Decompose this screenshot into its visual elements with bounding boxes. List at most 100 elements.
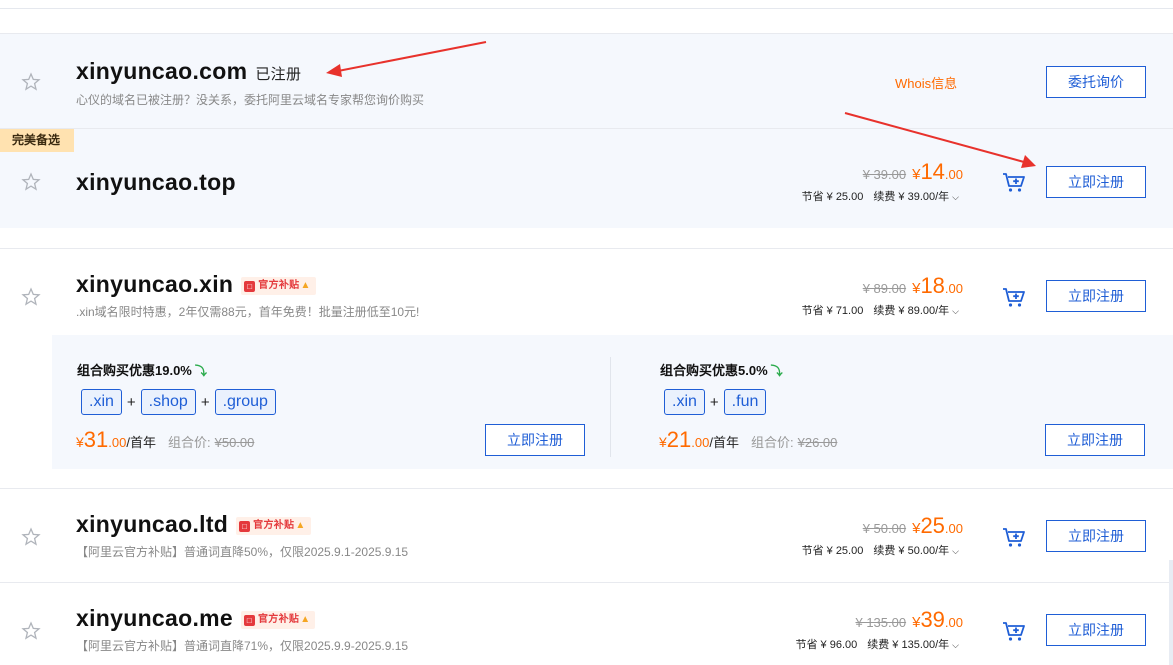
save-amount: ¥ 25.00 — [826, 191, 864, 203]
bundle-title-text: 组合购买优惠19.0% — [77, 363, 192, 378]
original-price: ¥ 50.00 — [862, 521, 907, 536]
bundle-price-int: 21 — [666, 427, 692, 452]
price-line: ¥ 39.00 ¥14.00 — [863, 159, 963, 185]
save-amount: ¥ 25.00 — [826, 545, 864, 557]
domain-text: xinyuncao.com — [76, 58, 248, 84]
domain-row-com: xinyuncao.com 已注册 心仪的域名已被注册？没关系，委托阿里云域名专家… — [0, 33, 1173, 128]
combo-label: 组合价: — [750, 435, 794, 450]
renew-label: 续费 — [873, 191, 896, 203]
bundle-tlds: .xin + .shop + .group — [81, 389, 276, 415]
domain-desc: 心仪的域名已被注册？没关系，委托阿里云域名专家帮您询价购买 — [76, 93, 425, 107]
domain-text: xinyuncao.ltd — [76, 511, 229, 537]
star-icon[interactable] — [21, 72, 41, 92]
register-button[interactable]: 立即注册 — [1046, 520, 1146, 552]
bundle-price: ¥21.00/首年 组合价: ¥26.00 — [659, 427, 837, 453]
registered-status: 已注册 — [255, 66, 302, 83]
price-detail: 节省 ¥ 96.00 续费 ¥ 135.00/年 ⌵ — [795, 636, 959, 652]
chevron-down-icon[interactable]: ⌵ — [952, 640, 959, 650]
currency: ¥ — [76, 434, 84, 450]
subsidy-icon: □ — [244, 615, 255, 626]
fire-icon: ▲ — [295, 520, 306, 531]
fire-icon: ▲ — [300, 614, 311, 625]
domain-desc: .xin域名限时特惠，2年仅需88元，首年免费！批量注册低至10元! — [76, 305, 420, 319]
down-arrow-icon: ⤵ — [194, 364, 207, 378]
renew-amount: ¥ 50.00/年 — [898, 545, 950, 557]
bundle-title: 组合购买优惠19.0% ⤵ — [77, 360, 207, 379]
price-int: 25 — [920, 513, 945, 538]
renew-label: 续费 — [873, 545, 896, 557]
price-cents: .00 — [944, 521, 963, 536]
price-int: 39 — [920, 607, 945, 632]
original-price: ¥ 39.00 — [862, 167, 907, 182]
domain-desc: 【阿里云官方补贴】普通词直降50%，仅限2025.9.1-2025.9.15 — [76, 545, 409, 559]
star-icon[interactable] — [21, 172, 41, 192]
renew-amount: ¥ 39.00/年 — [898, 191, 950, 203]
domain-text: xinyuncao.xin — [76, 271, 234, 297]
fire-icon: ▲ — [300, 280, 311, 291]
renew-label: 续费 — [873, 305, 896, 317]
bundle-panel: 组合购买优惠19.0% ⤵ .xin + .shop + .group ¥31.00/首年… — [52, 335, 1173, 469]
star-icon[interactable] — [21, 527, 41, 547]
tld-tag[interactable]: .xin — [664, 389, 705, 415]
cart-add-icon[interactable] — [1001, 620, 1027, 642]
official-subsidy-badge: □ 官方补贴▲ — [241, 277, 316, 295]
bundle-register-button[interactable]: 立即注册 — [485, 424, 585, 456]
save-label: 节省 — [795, 639, 818, 651]
domain-name: xinyuncao.ltd □ 官方补贴▲ — [76, 511, 311, 538]
entrust-inquiry-button[interactable]: 委托询价 — [1046, 66, 1146, 98]
price-detail: 节省 ¥ 25.00 续费 ¥ 39.00/年 ⌵ — [802, 188, 959, 204]
register-button[interactable]: 立即注册 — [1046, 614, 1146, 646]
down-arrow-icon: ⤵ — [770, 364, 783, 378]
domain-row-me: xinyuncao.me □ 官方补贴▲ 【阿里云官方补贴】普通词直降71%，仅限2… — [0, 582, 1173, 665]
save-label: 节省 — [801, 305, 824, 317]
bundle-title: 组合购买优惠5.0% ⤵ — [660, 360, 783, 379]
tld-tag[interactable]: .fun — [723, 389, 767, 415]
cart-add-icon[interactable] — [1001, 526, 1027, 548]
tld-tag[interactable]: .group — [214, 389, 276, 415]
plus-sign: + — [126, 393, 136, 411]
chevron-down-icon[interactable]: ⌵ — [952, 306, 959, 316]
combo-label: 组合价: — [167, 435, 211, 450]
domain-desc: 【阿里云官方补贴】普通词直降71%，仅限2025.9.9-2025.9.15 — [76, 639, 409, 653]
cart-add-icon[interactable] — [1001, 286, 1027, 308]
plus-sign: + — [200, 393, 210, 411]
domain-row-ltd: xinyuncao.ltd □ 官方补贴▲ 【阿里云官方补贴】普通词直降50%，仅限… — [0, 488, 1173, 582]
bundle-divider — [610, 357, 611, 457]
renew-label: 续费 — [867, 639, 890, 651]
badge-label: 官方补贴 — [253, 520, 295, 531]
bundle-title-text: 组合购买优惠5.0% — [660, 363, 768, 378]
price-line: ¥ 89.00 ¥18.00 — [863, 273, 963, 299]
tld-tag[interactable]: .xin — [81, 389, 122, 415]
price-detail: 节省 ¥ 25.00 续费 ¥ 50.00/年 ⌵ — [802, 542, 959, 558]
whois-link[interactable]: Whois信息 — [895, 73, 957, 92]
top-divider — [0, 8, 1173, 9]
tld-tag[interactable]: .shop — [140, 389, 196, 415]
chevron-down-icon[interactable]: ⌵ — [952, 546, 959, 556]
price-cents: .00 — [944, 167, 963, 182]
original-price: ¥ 135.00 — [855, 615, 907, 630]
price-line: ¥ 135.00 ¥39.00 — [855, 607, 963, 633]
plus-sign: + — [709, 393, 719, 411]
star-icon[interactable] — [21, 287, 41, 307]
domain-name: xinyuncao.xin □ 官方补贴▲ — [76, 271, 316, 298]
cart-add-icon[interactable] — [1001, 171, 1027, 193]
price-cents: .00 — [944, 615, 963, 630]
domain-row-top: xinyuncao.top ¥ 39.00 ¥14.00 节省 ¥ 25.00 续费… — [0, 128, 1173, 228]
scrollbar-edge[interactable] — [1169, 560, 1173, 665]
bundle-tlds: .xin + .fun — [664, 389, 767, 415]
star-icon[interactable] — [21, 621, 41, 641]
bundle-register-button[interactable]: 立即注册 — [1045, 424, 1145, 456]
subsidy-icon: □ — [239, 521, 251, 532]
combo-price: ¥50.00 — [214, 435, 255, 450]
bundle-price: ¥31.00/首年 组合价: ¥50.00 — [76, 427, 254, 453]
renew-amount: ¥ 135.00/年 — [892, 639, 950, 651]
register-button[interactable]: 立即注册 — [1046, 280, 1146, 312]
renew-amount: ¥ 89.00/年 — [898, 305, 950, 317]
domain-name: xinyuncao.com 已注册 — [76, 58, 301, 85]
price-int: 18 — [920, 273, 945, 298]
save-label: 节省 — [801, 191, 824, 203]
bundle-price-int: 31 — [83, 427, 109, 452]
chevron-down-icon[interactable]: ⌵ — [952, 192, 959, 202]
domain-name: xinyuncao.me □ 官方补贴▲ — [76, 605, 316, 632]
register-button[interactable]: 立即注册 — [1046, 166, 1146, 198]
